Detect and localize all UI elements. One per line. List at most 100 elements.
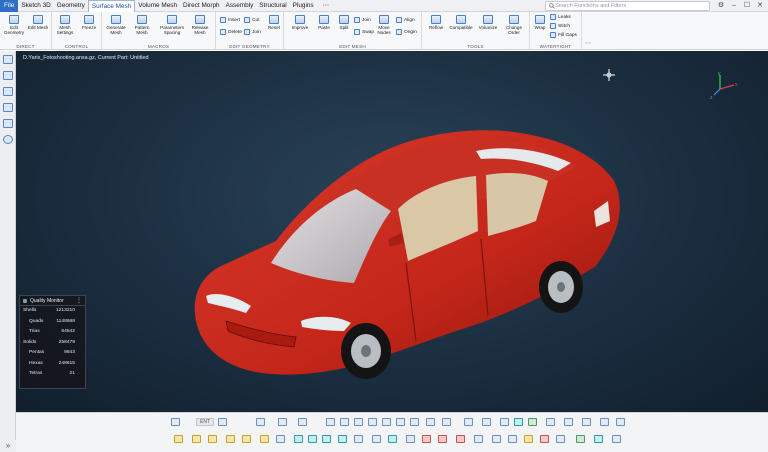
quality-display-icon[interactable] — [308, 435, 317, 443]
render-options-icon[interactable] — [616, 418, 625, 426]
clip-plane-icon[interactable] — [594, 435, 603, 443]
move-nodes-button[interactable]: Move Nodes — [372, 15, 396, 35]
tab-structural[interactable]: Structural — [256, 0, 289, 12]
normals-icon[interactable] — [338, 435, 347, 443]
parts-icon[interactable] — [3, 87, 13, 96]
connectivity-icon[interactable] — [474, 435, 483, 443]
entity-type-dropdown[interactable]: ENT — [196, 418, 214, 426]
annotate-icon[interactable] — [508, 435, 517, 443]
errors-icon[interactable] — [422, 435, 431, 443]
release-mesh-button[interactable]: Release Mesh — [188, 15, 212, 35]
swap-button[interactable]: Swap — [354, 28, 374, 36]
reset-button[interactable]: Reset — [262, 15, 286, 30]
transform-icon[interactable] — [354, 435, 363, 443]
undo-icon[interactable] — [464, 418, 473, 426]
wireframe-icon[interactable] — [528, 418, 537, 426]
search-box[interactable] — [545, 1, 710, 11]
tab-volume-mesh[interactable]: Volume Mesh — [135, 0, 180, 12]
edit-mesh-button[interactable]: Edit Mesh — [26, 15, 50, 30]
filter-nodes-icon[interactable] — [260, 435, 269, 443]
lighting-icon[interactable] — [564, 418, 573, 426]
tab-direct-morph[interactable]: Direct Morph — [180, 0, 223, 12]
minus-icon[interactable] — [354, 418, 363, 426]
visibility-icon[interactable] — [278, 418, 287, 426]
pattern-mesh-button[interactable]: Pattern Mesh — [130, 15, 154, 35]
warnings-icon[interactable] — [438, 435, 447, 443]
leaks-button[interactable]: Leaks — [550, 13, 571, 21]
freeze-button[interactable]: Freeze — [77, 15, 101, 30]
color-by-part-icon[interactable] — [540, 435, 549, 443]
tab-geometry[interactable]: Geometry — [54, 0, 88, 12]
filter-curves-icon[interactable] — [226, 435, 235, 443]
box-select-icon[interactable] — [256, 418, 265, 426]
tab-file[interactable]: File — [0, 0, 19, 12]
tab-plugins[interactable]: Plugins — [290, 0, 317, 12]
section-icon[interactable] — [582, 418, 591, 426]
search-input[interactable] — [555, 3, 695, 9]
compatible-button[interactable]: Compatible — [448, 15, 474, 30]
more-tabs-icon[interactable]: ⋯ — [317, 0, 335, 12]
settings-panel-icon[interactable] — [3, 135, 13, 144]
tab-sketch-3d[interactable]: Sketch 3D — [18, 0, 53, 12]
grid-icon[interactable] — [382, 418, 391, 426]
minimize-icon[interactable]: – — [729, 1, 739, 11]
screenshot-icon[interactable] — [600, 418, 609, 426]
select-cursor-icon[interactable] — [171, 418, 180, 426]
mesh-settings-button[interactable]: Mesh Settings — [53, 15, 77, 35]
reflow-button[interactable]: Reflow — [424, 15, 448, 30]
filter-faces-icon[interactable] — [208, 435, 217, 443]
measure-icon[interactable] — [372, 435, 381, 443]
join-geometry-button[interactable]: Join — [244, 28, 261, 36]
filter-shells-icon[interactable] — [174, 435, 183, 443]
join-mesh-button[interactable]: Join — [354, 16, 371, 24]
layers-icon[interactable] — [576, 435, 585, 443]
tab-surface-mesh[interactable]: Surface Mesh — [87, 0, 136, 12]
cut-button[interactable]: Cut — [244, 16, 259, 24]
perspective-icon[interactable] — [546, 418, 555, 426]
transparency-icon[interactable] — [556, 435, 565, 443]
invert-icon[interactable] — [368, 418, 377, 426]
insert-button[interactable]: Insert — [220, 16, 240, 24]
target-icon[interactable] — [442, 418, 451, 426]
close-icon[interactable]: ✕ — [755, 1, 765, 11]
mesh-display-icon[interactable] — [294, 435, 303, 443]
mirror-icon[interactable] — [388, 435, 397, 443]
shaded-icon[interactable] — [514, 418, 523, 426]
ribbon-more-icon[interactable]: ⋯ — [585, 40, 591, 47]
pencil-icon[interactable] — [326, 418, 335, 426]
expand-panel-button[interactable]: » — [0, 440, 16, 452]
origin-button[interactable]: Origin — [396, 28, 417, 36]
ruler-icon[interactable] — [492, 435, 501, 443]
volumize-button[interactable]: Volumize — [476, 15, 500, 30]
split-button[interactable]: Split — [332, 15, 356, 30]
properties-icon[interactable] — [3, 103, 13, 112]
list-icon[interactable] — [3, 55, 13, 64]
free-edges-icon[interactable] — [456, 435, 465, 443]
car-model[interactable] — [176, 91, 646, 381]
generate-mesh-button[interactable]: Generate Mesh — [104, 15, 128, 35]
view-cube-icon[interactable] — [500, 418, 509, 426]
filter-elements-icon[interactable] — [276, 435, 285, 443]
delete-button[interactable]: Delete — [220, 28, 242, 36]
record-icon[interactable] — [426, 418, 435, 426]
stitch-button[interactable]: Stitch — [550, 22, 570, 30]
align-button[interactable]: Align — [396, 16, 415, 24]
highlight-icon[interactable] — [524, 435, 533, 443]
filter-points-icon[interactable] — [242, 435, 251, 443]
wrap-button[interactable]: Wrap — [530, 15, 550, 30]
filter-solids-icon[interactable] — [192, 435, 201, 443]
edit-icon[interactable] — [3, 119, 13, 128]
display-settings-icon[interactable] — [612, 435, 621, 443]
change-order-button[interactable]: Change Order — [502, 15, 526, 35]
maximize-icon[interactable]: ☐ — [742, 1, 752, 11]
plus-icon[interactable] — [340, 418, 349, 426]
kebab-menu-icon[interactable]: ⋮ — [76, 297, 82, 304]
focus-icon[interactable] — [218, 418, 227, 426]
fill-gaps-button[interactable]: Fill Gaps — [550, 31, 577, 39]
tab-assembly[interactable]: Assembly — [223, 0, 257, 12]
settings-icon[interactable]: ⚙ — [716, 1, 726, 11]
align-view-icon[interactable] — [406, 435, 415, 443]
model-browser-icon[interactable] — [3, 71, 13, 80]
feature-lines-icon[interactable] — [322, 435, 331, 443]
hide-icon[interactable] — [298, 418, 307, 426]
